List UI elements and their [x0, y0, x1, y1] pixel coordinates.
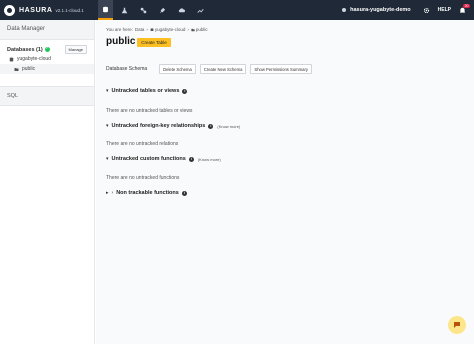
gear-icon [423, 7, 429, 13]
manage-button[interactable]: Manage [64, 45, 87, 54]
section-title: Untracked custom functions [111, 156, 186, 162]
permissions-summary-button[interactable]: Show Permissions Summary [250, 64, 312, 74]
help-chat-button[interactable] [448, 316, 466, 334]
info-icon[interactable]: i [181, 190, 187, 196]
cloud-icon [178, 7, 185, 12]
notification-badge: 20 [463, 3, 470, 8]
sidebar-item-database[interactable]: yugabyte-cloud [0, 54, 94, 64]
breadcrumb-data[interactable]: Data [135, 27, 145, 32]
untracked-fk-empty: There are no untracked relations [106, 141, 179, 147]
databases-row: Databases (1) Manage [0, 40, 94, 54]
sidebar-header: Data Manager [0, 20, 94, 40]
nav-api-tab[interactable] [117, 0, 132, 20]
untracked-fk-header[interactable]: ▾ Untracked foreign-key relationships i … [106, 123, 240, 129]
database-icon [103, 6, 108, 12]
nav-actions-tab[interactable] [136, 0, 151, 20]
chat-icon [454, 322, 460, 328]
folder-icon [191, 28, 195, 31]
section-title: Untracked tables or views [111, 88, 180, 94]
settings-button[interactable] [423, 7, 430, 14]
chevron-down-icon: ▾ [106, 88, 109, 94]
topbar-right: hasura-yugabyte-demo HELP 20 [342, 0, 474, 20]
untracked-tables-header[interactable]: ▾ Untracked tables or views i [106, 88, 188, 94]
chevron-right-icon: ▸ [106, 190, 109, 196]
brand-name: HASURA [19, 6, 53, 14]
breadcrumb-prefix: You are here: [106, 27, 133, 32]
database-icon [9, 57, 14, 61]
schema-name: public [22, 66, 36, 72]
nav-monitoring-tab[interactable] [193, 0, 208, 20]
chevron-down-icon: ▾ [106, 123, 109, 129]
folder-icon [14, 67, 19, 71]
main-nav [98, 0, 212, 20]
delete-schema-button[interactable]: Delete Schema [159, 64, 196, 74]
chevron-right-icon: › [111, 190, 114, 196]
sidebar-item-sql[interactable]: SQL [0, 86, 94, 106]
breadcrumb-separator: › [187, 27, 189, 32]
sidebar-item-schema[interactable]: public [0, 64, 94, 74]
version-label: v2.1.1-cloud.1 [55, 7, 84, 13]
section-title: Non trackable functions [116, 190, 179, 196]
databases-title: Databases (1) [7, 46, 43, 53]
info-icon[interactable]: i [188, 156, 194, 162]
brand[interactable]: HASURA v2.1.1-cloud.1 [0, 0, 95, 20]
create-table-button[interactable]: Create Table [137, 38, 171, 47]
section-title: Untracked foreign-key relationships [111, 123, 206, 129]
top-navigation-bar: HASURA v2.1.1-cloud.1 hasura-yugabyte-de… [0, 0, 474, 20]
help-menu[interactable]: HELP [438, 7, 451, 13]
untracked-functions-empty: There are no untracked functions [106, 175, 180, 181]
breadcrumb: You are here: Data › yugabyte-cloud › pu… [106, 27, 210, 32]
nav-events-tab[interactable] [174, 0, 189, 20]
actions-icon [140, 7, 147, 13]
chart-icon [197, 8, 204, 13]
info-icon[interactable]: i [182, 88, 188, 94]
know-more-link[interactable]: (Know more) [217, 124, 240, 129]
nav-remote-schemas-tab[interactable] [155, 0, 170, 20]
breadcrumb-database[interactable]: yugabyte-cloud [155, 27, 186, 32]
sidebar: Data Manager Databases (1) Manage yugaby… [0, 20, 95, 344]
database-icon [150, 27, 154, 31]
nav-data-tab[interactable] [98, 0, 113, 20]
main-content: You are here: Data › yugabyte-cloud › pu… [96, 20, 474, 344]
database-schema-label: Database Schema [106, 66, 148, 72]
page-title: public [106, 36, 136, 47]
untracked-functions-header[interactable]: ▾ Untracked custom functions i (Know mor… [106, 156, 221, 162]
project-name[interactable]: hasura-yugabyte-demo [350, 7, 411, 13]
project-status-icon [342, 8, 347, 12]
database-schema-row: Database Schema Delete Schema Create New… [106, 64, 316, 74]
bell-icon [460, 7, 465, 13]
notifications-button[interactable]: 20 [459, 3, 470, 14]
database-name: yugabyte-cloud [17, 56, 51, 62]
check-icon [44, 46, 50, 52]
create-schema-button[interactable]: Create New Schema [199, 64, 247, 74]
hasura-logo-icon [4, 4, 15, 16]
chevron-down-icon: ▾ [106, 156, 109, 162]
know-more-link[interactable]: (Know more) [198, 157, 221, 162]
non-trackable-functions-header[interactable]: ▸ › Non trackable functions i [106, 190, 187, 196]
info-icon[interactable]: i [208, 123, 214, 129]
plug-icon [160, 7, 166, 13]
breadcrumb-separator: › [146, 27, 148, 32]
untracked-tables-empty: There are no untracked tables or views [106, 108, 193, 114]
breadcrumb-schema[interactable]: public [196, 27, 208, 32]
flask-icon [121, 7, 128, 13]
